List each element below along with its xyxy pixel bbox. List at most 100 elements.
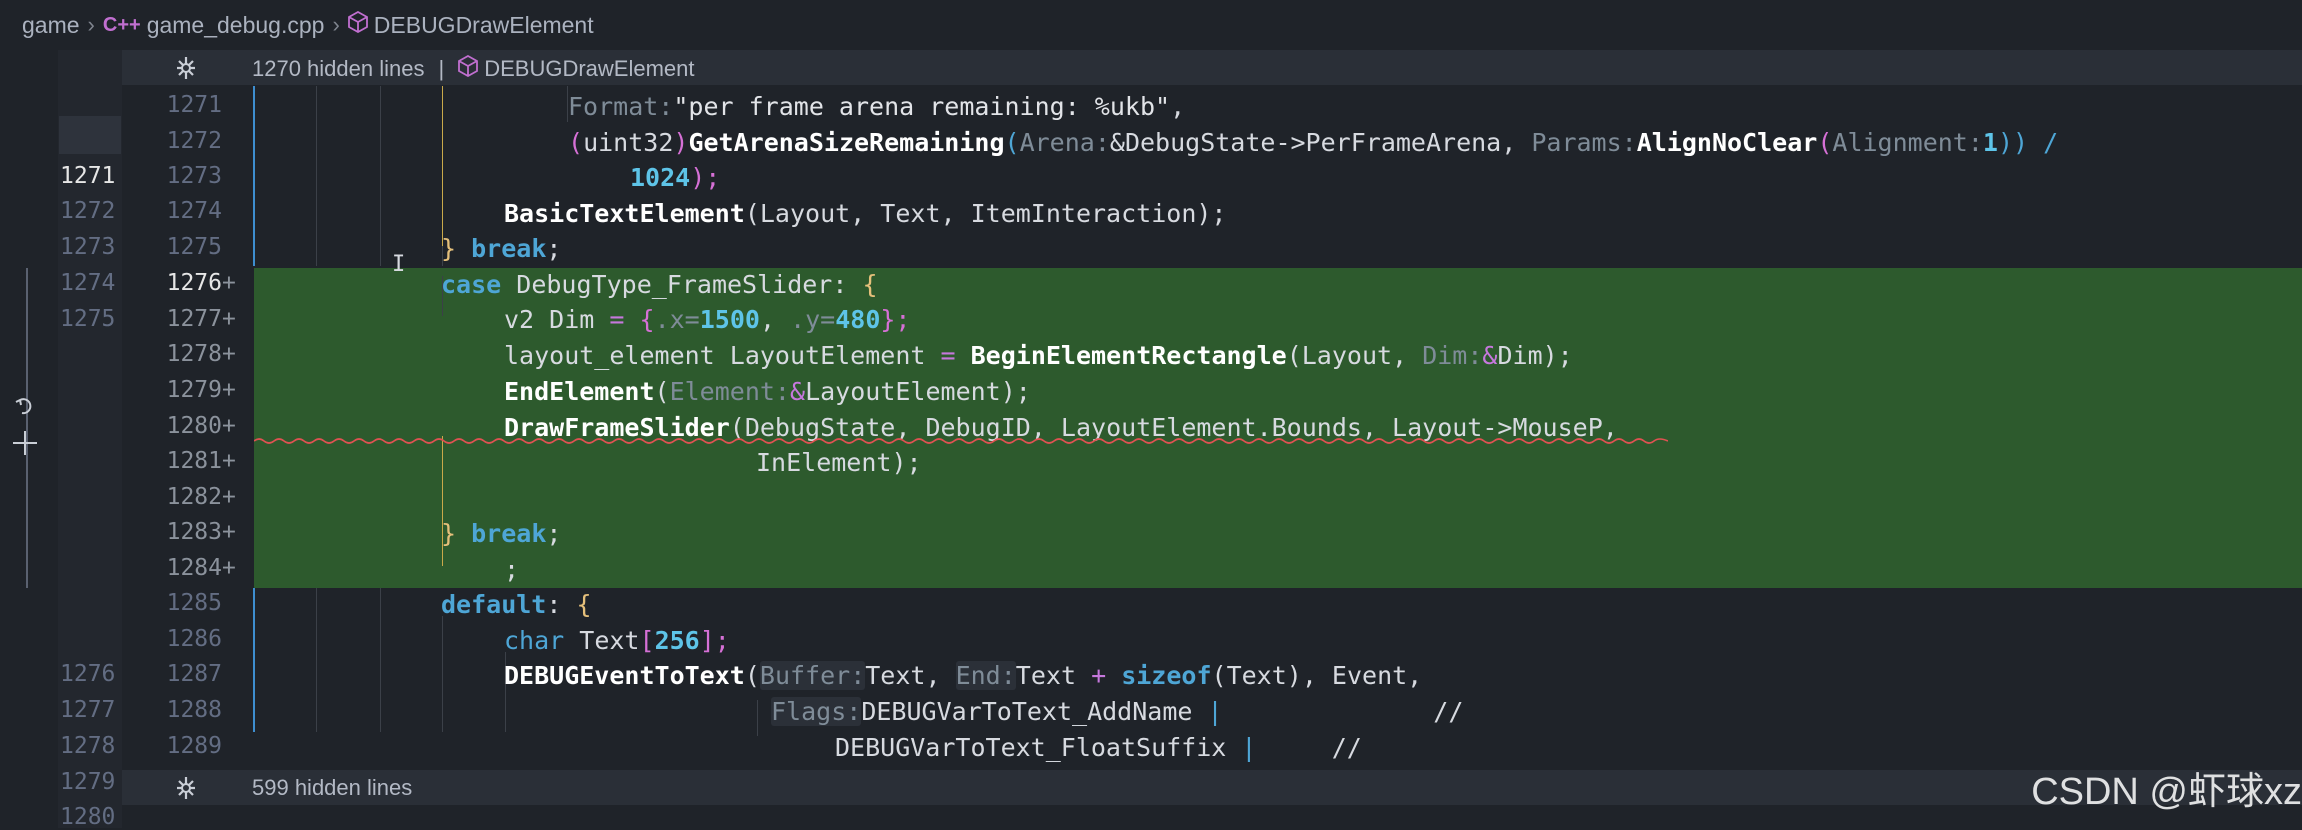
- code-line-1289[interactable]: DEBUGVarToText_FloatSuffix | //: [835, 730, 1362, 765]
- unfold-icon[interactable]: [174, 56, 198, 86]
- param-hint: Params:: [1531, 128, 1637, 157]
- indent-guide: [380, 86, 381, 266]
- param-hint: End:: [955, 661, 1016, 690]
- argument: InElement);: [756, 448, 922, 477]
- punct: ];: [699, 626, 730, 655]
- argument: (Text), Event,: [1211, 661, 1423, 690]
- punct: {: [862, 270, 878, 299]
- old-line-number: 1278: [60, 733, 116, 759]
- punct: (: [654, 377, 670, 406]
- line-number: 1287: [166, 661, 222, 687]
- case-label: DebugType_FrameSlider:: [516, 270, 848, 299]
- declaration: layout_element LayoutElement: [504, 341, 926, 370]
- number-literal: 480: [835, 305, 881, 334]
- comment: //: [1331, 733, 1362, 762]
- added-line-marker: +: [222, 555, 236, 581]
- operator: &: [790, 377, 806, 406]
- error-squiggle: [254, 438, 1668, 444]
- param-hint: .x=: [654, 305, 700, 334]
- function-name: BeginElementRectangle: [970, 341, 1287, 370]
- indent-guide: [757, 700, 758, 736]
- code-line-1271[interactable]: Format:"per frame arena remaining: %ukb"…: [568, 89, 1185, 124]
- code-line-1281[interactable]: InElement);: [756, 445, 922, 480]
- argument: (Layout, Text, ItemInteraction);: [744, 199, 1227, 228]
- punct: )): [1997, 128, 2029, 157]
- param-hint: Flags:: [771, 697, 862, 726]
- old-line-number: 1275: [60, 306, 116, 332]
- operator: &: [1482, 341, 1498, 370]
- string-literal: "per frame arena remaining: %ukb": [673, 92, 1171, 121]
- argument: DEBUGVarToText_FloatSuffix: [835, 733, 1227, 762]
- old-line-number: 1274: [60, 270, 116, 296]
- old-line-number: 1277: [60, 697, 116, 723]
- hidden-lines-fold-bottom[interactable]: 599 hidden lines: [122, 770, 2302, 805]
- declaration: Text: [579, 626, 640, 655]
- fold-separator: |: [438, 56, 445, 81]
- add-icon[interactable]: [12, 430, 38, 460]
- line-number: 1285: [166, 590, 222, 616]
- breadcrumb-item-game[interactable]: game: [22, 12, 80, 39]
- chevron-right-icon: ›: [87, 12, 95, 37]
- code-line-1278[interactable]: layout_element LayoutElement = BeginElem…: [504, 338, 1573, 373]
- unfold-icon[interactable]: [174, 776, 198, 806]
- line-number: 1279: [166, 377, 222, 403]
- breadcrumb-item-file[interactable]: game_debug.cpp: [147, 12, 325, 39]
- function-name: DEBUGEventToText: [504, 661, 745, 690]
- old-line-number: 1279: [60, 769, 116, 795]
- punct: ;: [546, 519, 562, 548]
- keyword: default: [441, 590, 547, 619]
- keyword: char: [504, 626, 565, 655]
- code-line-1285[interactable]: default: {: [441, 587, 592, 622]
- hidden-lines-fold-top[interactable]: 1270 hidden lines | DEBUGDrawElement: [122, 50, 2302, 85]
- code-line-1276[interactable]: case DebugType_FrameSlider: {: [441, 267, 878, 302]
- code-line-1288[interactable]: Flags:DEBUGVarToText_AddName | //: [771, 694, 1463, 729]
- revert-icon[interactable]: [14, 396, 36, 426]
- added-line-marker: +: [222, 306, 236, 332]
- param-hint: Buffer:: [759, 661, 866, 690]
- punct: ;: [546, 234, 562, 263]
- added-line-marker: +: [222, 413, 236, 439]
- line-number: 1275: [166, 234, 222, 260]
- code-line-1275[interactable]: } break;: [441, 231, 561, 266]
- line-number: 1281: [166, 448, 222, 474]
- code-line-1272[interactable]: (uint32)GetArenaSizeRemaining(Arena:&Deb…: [568, 125, 2058, 160]
- code-line-1283[interactable]: } break;: [441, 516, 561, 551]
- argument: LayoutElement);: [805, 377, 1031, 406]
- punct: (: [568, 128, 584, 157]
- change-marker: [26, 268, 28, 588]
- code-line-1284[interactable]: ;: [504, 552, 519, 587]
- line-number: 1271: [166, 92, 222, 118]
- punct: ): [673, 128, 689, 157]
- code-line-1286[interactable]: char Text[256];: [504, 623, 730, 658]
- keyword: break: [471, 234, 547, 263]
- code-line-1273[interactable]: 1024);: [630, 160, 720, 195]
- symbol-method-icon: [347, 10, 368, 39]
- number-literal: 1: [1982, 128, 1998, 157]
- code-line-1287[interactable]: DEBUGEventToText(Buffer:Text, End:Text +…: [504, 658, 1422, 693]
- line-number: 1282: [166, 484, 222, 510]
- line-number: 1286: [166, 626, 222, 652]
- old-line-number: 1271: [60, 163, 116, 189]
- code-line-1279[interactable]: EndElement(Element:&LayoutElement);: [504, 374, 1031, 409]
- param-hint: .y=: [790, 305, 836, 334]
- code-line-1274[interactable]: BasicTextElement(Layout, Text, ItemInter…: [504, 196, 1226, 231]
- watermark: CSDN @虾球xz: [2031, 771, 2302, 813]
- type-name: uint32: [583, 128, 674, 157]
- argument: Dim);: [1497, 341, 1573, 370]
- comment: //: [1433, 697, 1464, 726]
- breadcrumb: game › C++ game_debug.cpp › DEBUGDrawEle…: [0, 0, 2302, 50]
- param-hint: Element:: [669, 377, 790, 406]
- breadcrumb-item-symbol[interactable]: DEBUGDrawElement: [374, 12, 594, 39]
- number-literal: 1500: [699, 305, 760, 334]
- added-line-marker: +: [222, 341, 236, 367]
- line-number: 1276: [166, 270, 222, 296]
- code-line-1277[interactable]: v2 Dim = {.x=1500, .y=480};: [504, 302, 910, 337]
- argument: (Layout,: [1286, 341, 1408, 370]
- operator: +: [1091, 661, 1107, 690]
- function-name: GetArenaSizeRemaining: [688, 128, 1005, 157]
- param-hint: Arena:: [1019, 128, 1110, 157]
- fold-symbol: DEBUGDrawElement: [484, 56, 695, 81]
- cpp-file-icon: C++: [102, 13, 141, 36]
- param-hint: Dim:: [1422, 341, 1483, 370]
- punct: :: [546, 590, 562, 619]
